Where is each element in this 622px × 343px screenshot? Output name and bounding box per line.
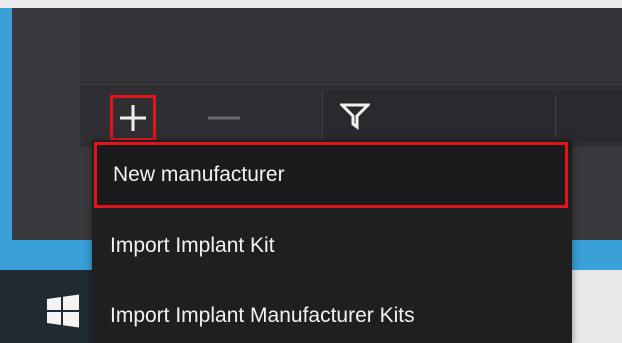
desktop-edge [572, 270, 622, 343]
plus-icon [120, 105, 146, 131]
menu-item-new-manufacturer[interactable]: New manufacturer [94, 142, 568, 208]
add-button[interactable] [110, 95, 156, 141]
top-strip [0, 0, 622, 8]
filter-field[interactable] [322, 91, 622, 141]
menu-item-import-manufacturer-kits[interactable]: Import Implant Manufacturer Kits [92, 286, 572, 343]
menu-item-import-implant-kit[interactable]: Import Implant Kit [92, 216, 572, 276]
menu-item-label: Import Implant Manufacturer Kits [110, 304, 415, 327]
menu-item-label: New manufacturer [113, 163, 285, 186]
app-content-area [80, 8, 622, 84]
filter-icon [340, 103, 370, 130]
start-button[interactable] [46, 294, 80, 328]
add-dropdown-menu: New manufacturer Import Implant Kit Impo… [92, 140, 572, 343]
windows-logo-icon [47, 294, 79, 328]
screen: New manufacturer Import Implant Kit Impo… [0, 0, 622, 343]
minus-icon [208, 116, 240, 120]
menu-item-label: Import Implant Kit [110, 234, 275, 257]
filter-divider [555, 95, 556, 137]
manufacturer-toolbar [80, 84, 622, 147]
remove-button[interactable] [204, 101, 244, 135]
filter-button[interactable] [337, 99, 373, 133]
